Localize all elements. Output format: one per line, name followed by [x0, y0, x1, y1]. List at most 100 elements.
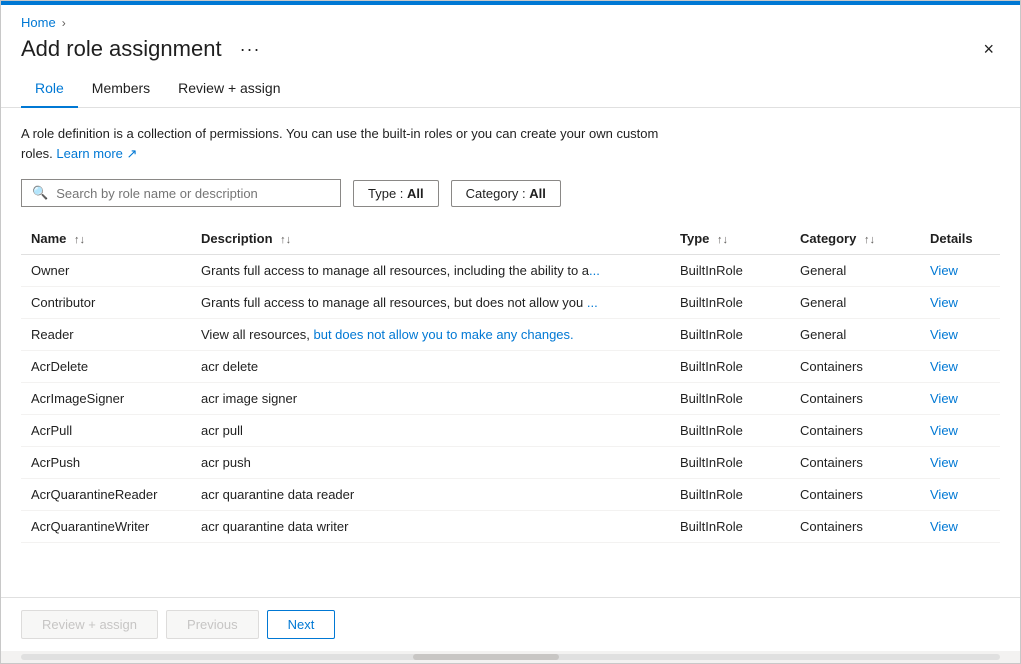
col-header-details: Details	[920, 223, 1000, 255]
cell-category: Containers	[790, 479, 920, 511]
tabs-bar: Role Members Review + assign	[1, 72, 1020, 108]
cell-type: BuiltInRole	[670, 255, 790, 287]
name-sort-icon: ↑↓	[74, 234, 85, 246]
cell-details: View	[920, 447, 1000, 479]
tab-members[interactable]: Members	[78, 72, 164, 108]
col-header-type[interactable]: Type ↑↓	[670, 223, 790, 255]
view-link[interactable]: View	[930, 263, 958, 278]
cell-category: Containers	[790, 383, 920, 415]
learn-more-link[interactable]: Learn more ↗	[56, 146, 137, 161]
main-window: Home › Add role assignment ··· × Role Me…	[0, 0, 1021, 664]
cell-name: Contributor	[21, 287, 191, 319]
cell-type: BuiltInRole	[670, 511, 790, 543]
cell-category: General	[790, 319, 920, 351]
table-body: OwnerGrants full access to manage all re…	[21, 255, 1000, 543]
tab-review-assign[interactable]: Review + assign	[164, 72, 294, 108]
col-header-name[interactable]: Name ↑↓	[21, 223, 191, 255]
cell-category: Containers	[790, 511, 920, 543]
cell-type: BuiltInRole	[670, 479, 790, 511]
cell-details: View	[920, 319, 1000, 351]
table-row: AcrQuarantineWriteracr quarantine data w…	[21, 511, 1000, 543]
filters-row: 🔍 Type : All Category : All	[21, 179, 1000, 207]
type-filter-button[interactable]: Type : All	[353, 180, 439, 207]
cell-details: View	[920, 255, 1000, 287]
cell-type: BuiltInRole	[670, 383, 790, 415]
category-sort-icon: ↑↓	[864, 234, 875, 246]
cell-details: View	[920, 479, 1000, 511]
table-header-row: Name ↑↓ Description ↑↓ Type ↑↓ Category …	[21, 223, 1000, 255]
footer: Review + assign Previous Next	[1, 597, 1020, 651]
roles-table: Name ↑↓ Description ↑↓ Type ↑↓ Category …	[21, 223, 1000, 543]
table-row: AcrPullacr pullBuiltInRoleContainers View	[21, 415, 1000, 447]
view-link[interactable]: View	[930, 455, 958, 470]
cell-details: View	[920, 415, 1000, 447]
cell-category: General	[790, 287, 920, 319]
cell-name: Owner	[21, 255, 191, 287]
cell-name: AcrPull	[21, 415, 191, 447]
scrollbar-thumb	[413, 654, 560, 660]
cell-details: View	[920, 351, 1000, 383]
cell-type: BuiltInRole	[670, 351, 790, 383]
table-row: AcrDeleteacr deleteBuiltInRoleContainers…	[21, 351, 1000, 383]
cell-description: View all resources, but does not allow y…	[191, 319, 670, 351]
close-button[interactable]: ×	[977, 37, 1000, 62]
cell-type: BuiltInRole	[670, 287, 790, 319]
cell-category: Containers	[790, 447, 920, 479]
table-row: ReaderView all resources, but does not a…	[21, 319, 1000, 351]
page-title: Add role assignment	[21, 36, 222, 62]
tab-role[interactable]: Role	[21, 72, 78, 108]
view-link[interactable]: View	[930, 327, 958, 342]
breadcrumb-home[interactable]: Home	[21, 15, 56, 30]
cell-category: Containers	[790, 415, 920, 447]
cell-name: AcrQuarantineReader	[21, 479, 191, 511]
ellipsis-button[interactable]: ···	[234, 37, 267, 62]
previous-button[interactable]: Previous	[166, 610, 259, 639]
cell-type: BuiltInRole	[670, 415, 790, 447]
table-row: ContributorGrants full access to manage …	[21, 287, 1000, 319]
description-sort-icon: ↑↓	[280, 234, 291, 246]
cell-name: AcrPush	[21, 447, 191, 479]
cell-details: View	[920, 287, 1000, 319]
content-area: A role definition is a collection of per…	[1, 108, 1020, 597]
next-button[interactable]: Next	[267, 610, 336, 639]
horizontal-scrollbar[interactable]	[1, 651, 1020, 663]
view-link[interactable]: View	[930, 295, 958, 310]
breadcrumb: Home ›	[1, 5, 1020, 30]
cell-description: Grants full access to manage all resourc…	[191, 287, 670, 319]
type-sort-icon: ↑↓	[717, 234, 728, 246]
page-header: Add role assignment ··· ×	[1, 30, 1020, 72]
cell-type: BuiltInRole	[670, 319, 790, 351]
cell-description: Grants full access to manage all resourc…	[191, 255, 670, 287]
scrollbar-track	[21, 654, 1000, 660]
cell-name: AcrImageSigner	[21, 383, 191, 415]
col-header-category[interactable]: Category ↑↓	[790, 223, 920, 255]
cell-category: General	[790, 255, 920, 287]
cell-description: acr quarantine data reader	[191, 479, 670, 511]
cell-description: acr push	[191, 447, 670, 479]
cell-type: BuiltInRole	[670, 447, 790, 479]
search-box[interactable]: 🔍	[21, 179, 341, 207]
breadcrumb-separator: ›	[62, 16, 66, 30]
cell-details: View	[920, 383, 1000, 415]
col-header-description[interactable]: Description ↑↓	[191, 223, 670, 255]
cell-name: AcrQuarantineWriter	[21, 511, 191, 543]
view-link[interactable]: View	[930, 487, 958, 502]
view-link[interactable]: View	[930, 423, 958, 438]
cell-description: acr image signer	[191, 383, 670, 415]
table-row: AcrPushacr pushBuiltInRoleContainers View	[21, 447, 1000, 479]
search-icon: 🔍	[32, 185, 48, 201]
view-link[interactable]: View	[930, 519, 958, 534]
cell-description: acr pull	[191, 415, 670, 447]
search-input[interactable]	[56, 186, 330, 201]
cell-category: Containers	[790, 351, 920, 383]
view-link[interactable]: View	[930, 359, 958, 374]
table-row: AcrImageSigneracr image signerBuiltInRol…	[21, 383, 1000, 415]
category-filter-button[interactable]: Category : All	[451, 180, 561, 207]
cell-description: acr quarantine data writer	[191, 511, 670, 543]
view-link[interactable]: View	[930, 391, 958, 406]
table-row: AcrQuarantineReaderacr quarantine data r…	[21, 479, 1000, 511]
description-block: A role definition is a collection of per…	[21, 124, 661, 163]
cell-description: acr delete	[191, 351, 670, 383]
review-assign-button[interactable]: Review + assign	[21, 610, 158, 639]
cell-name: Reader	[21, 319, 191, 351]
